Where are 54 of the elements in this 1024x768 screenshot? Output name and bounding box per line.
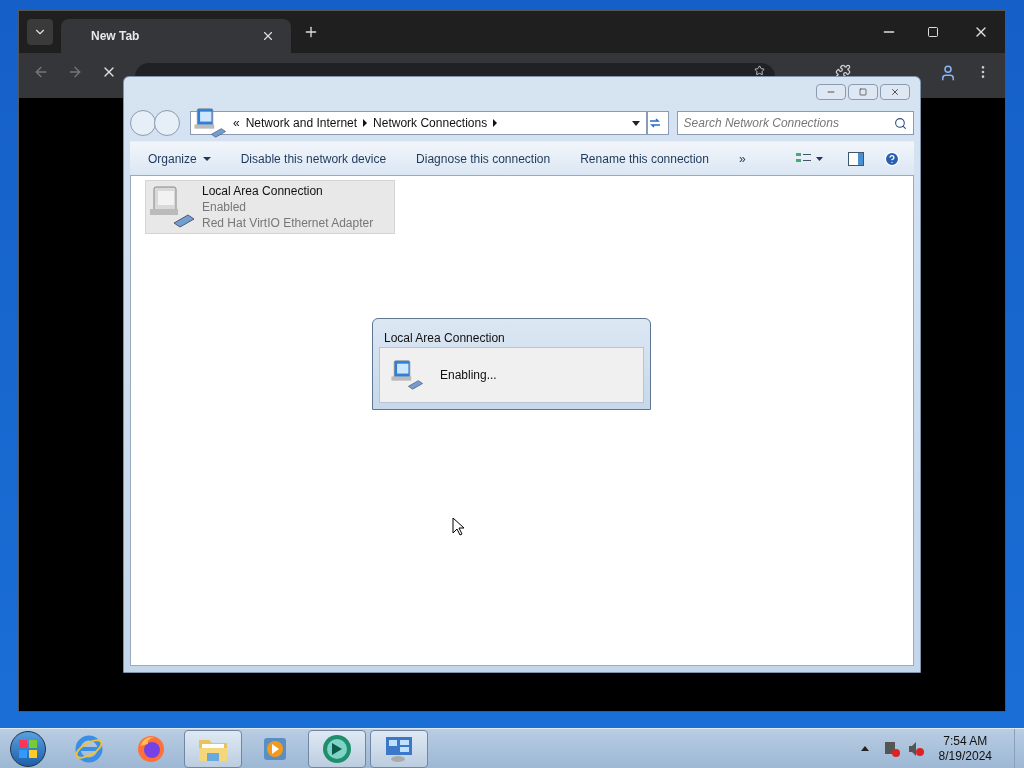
network-panel-icon (384, 734, 414, 763)
fox-globe-icon (136, 733, 166, 764)
mouse-cursor-icon (452, 517, 465, 536)
start-button[interactable] (10, 730, 46, 767)
back-icon[interactable] (33, 64, 49, 80)
windows-logo-icon (18, 738, 38, 759)
restore-icon (859, 88, 867, 96)
breadcrumb-overflow[interactable]: « (233, 114, 240, 132)
search-input[interactable]: Search Network Connections (683, 114, 894, 132)
connection-item[interactable]: Local Area Connection Enabled Red Hat VirtIO Ethernet Adapter (145, 180, 395, 234)
dialog-title: Local Area Connection (383, 330, 506, 347)
connection-status: Enabled (202, 199, 248, 215)
refresh-arrows-icon (647, 116, 662, 130)
command-button[interactable]: Rename this connection (580, 149, 709, 168)
new-tab-icon[interactable] (303, 24, 319, 40)
network-warning-icon[interactable] (882, 739, 901, 758)
browser-e-icon (74, 733, 104, 764)
address-bar[interactable] (135, 63, 775, 77)
command-button[interactable]: » (738, 149, 746, 168)
command-button[interactable]: Disable this network device (240, 149, 387, 168)
show-hidden-icons-icon[interactable] (860, 746, 869, 751)
breadcrumb-item[interactable]: Network and Internet (245, 114, 358, 132)
tab-title: New Tab (90, 28, 141, 45)
preview-pane-icon[interactable] (848, 151, 864, 166)
taskbar-app-button[interactable] (308, 729, 366, 768)
address-bar[interactable]: « Network and Internet Network Connections (190, 111, 647, 135)
bookmark-star-icon[interactable] (754, 65, 765, 76)
breadcrumb-item[interactable]: Network Connections (373, 114, 488, 132)
taskbar-app-button[interactable] (370, 729, 428, 768)
profile-icon[interactable] (939, 64, 957, 82)
close-icon (890, 87, 900, 97)
taskbar-app-button[interactable] (184, 729, 242, 768)
refresh-button[interactable] (646, 111, 669, 135)
tab-search-button[interactable] (27, 19, 53, 45)
forward-icon[interactable] (67, 64, 83, 80)
browser-tab[interactable]: New Tab (61, 19, 291, 53)
close-button[interactable] (880, 84, 910, 100)
close-tab-icon[interactable] (261, 29, 275, 43)
dialog-message: Enabling... (440, 367, 497, 384)
maximize-icon[interactable] (927, 26, 939, 38)
history-dropdown-icon[interactable] (631, 120, 640, 126)
play-icon (262, 735, 288, 762)
adapter-name: Red Hat VirtIO Ethernet Adapter (202, 215, 374, 231)
network-folder-icon (193, 106, 227, 140)
command-button[interactable]: Diagnose this connection (416, 149, 551, 168)
search-box[interactable]: Search Network Connections (676, 111, 914, 135)
organize-menu[interactable]: Organize (148, 149, 211, 168)
connection-name: Local Area Connection (202, 183, 324, 199)
clock[interactable]: 7:54 AM 8/19/2024 (938, 733, 992, 764)
network-computer-icon (390, 358, 424, 392)
search-icon[interactable] (894, 116, 907, 130)
breadcrumb-arrow-icon[interactable] (363, 119, 368, 127)
breadcrumb-arrow-icon[interactable] (493, 119, 498, 127)
help-icon[interactable] (884, 150, 900, 167)
